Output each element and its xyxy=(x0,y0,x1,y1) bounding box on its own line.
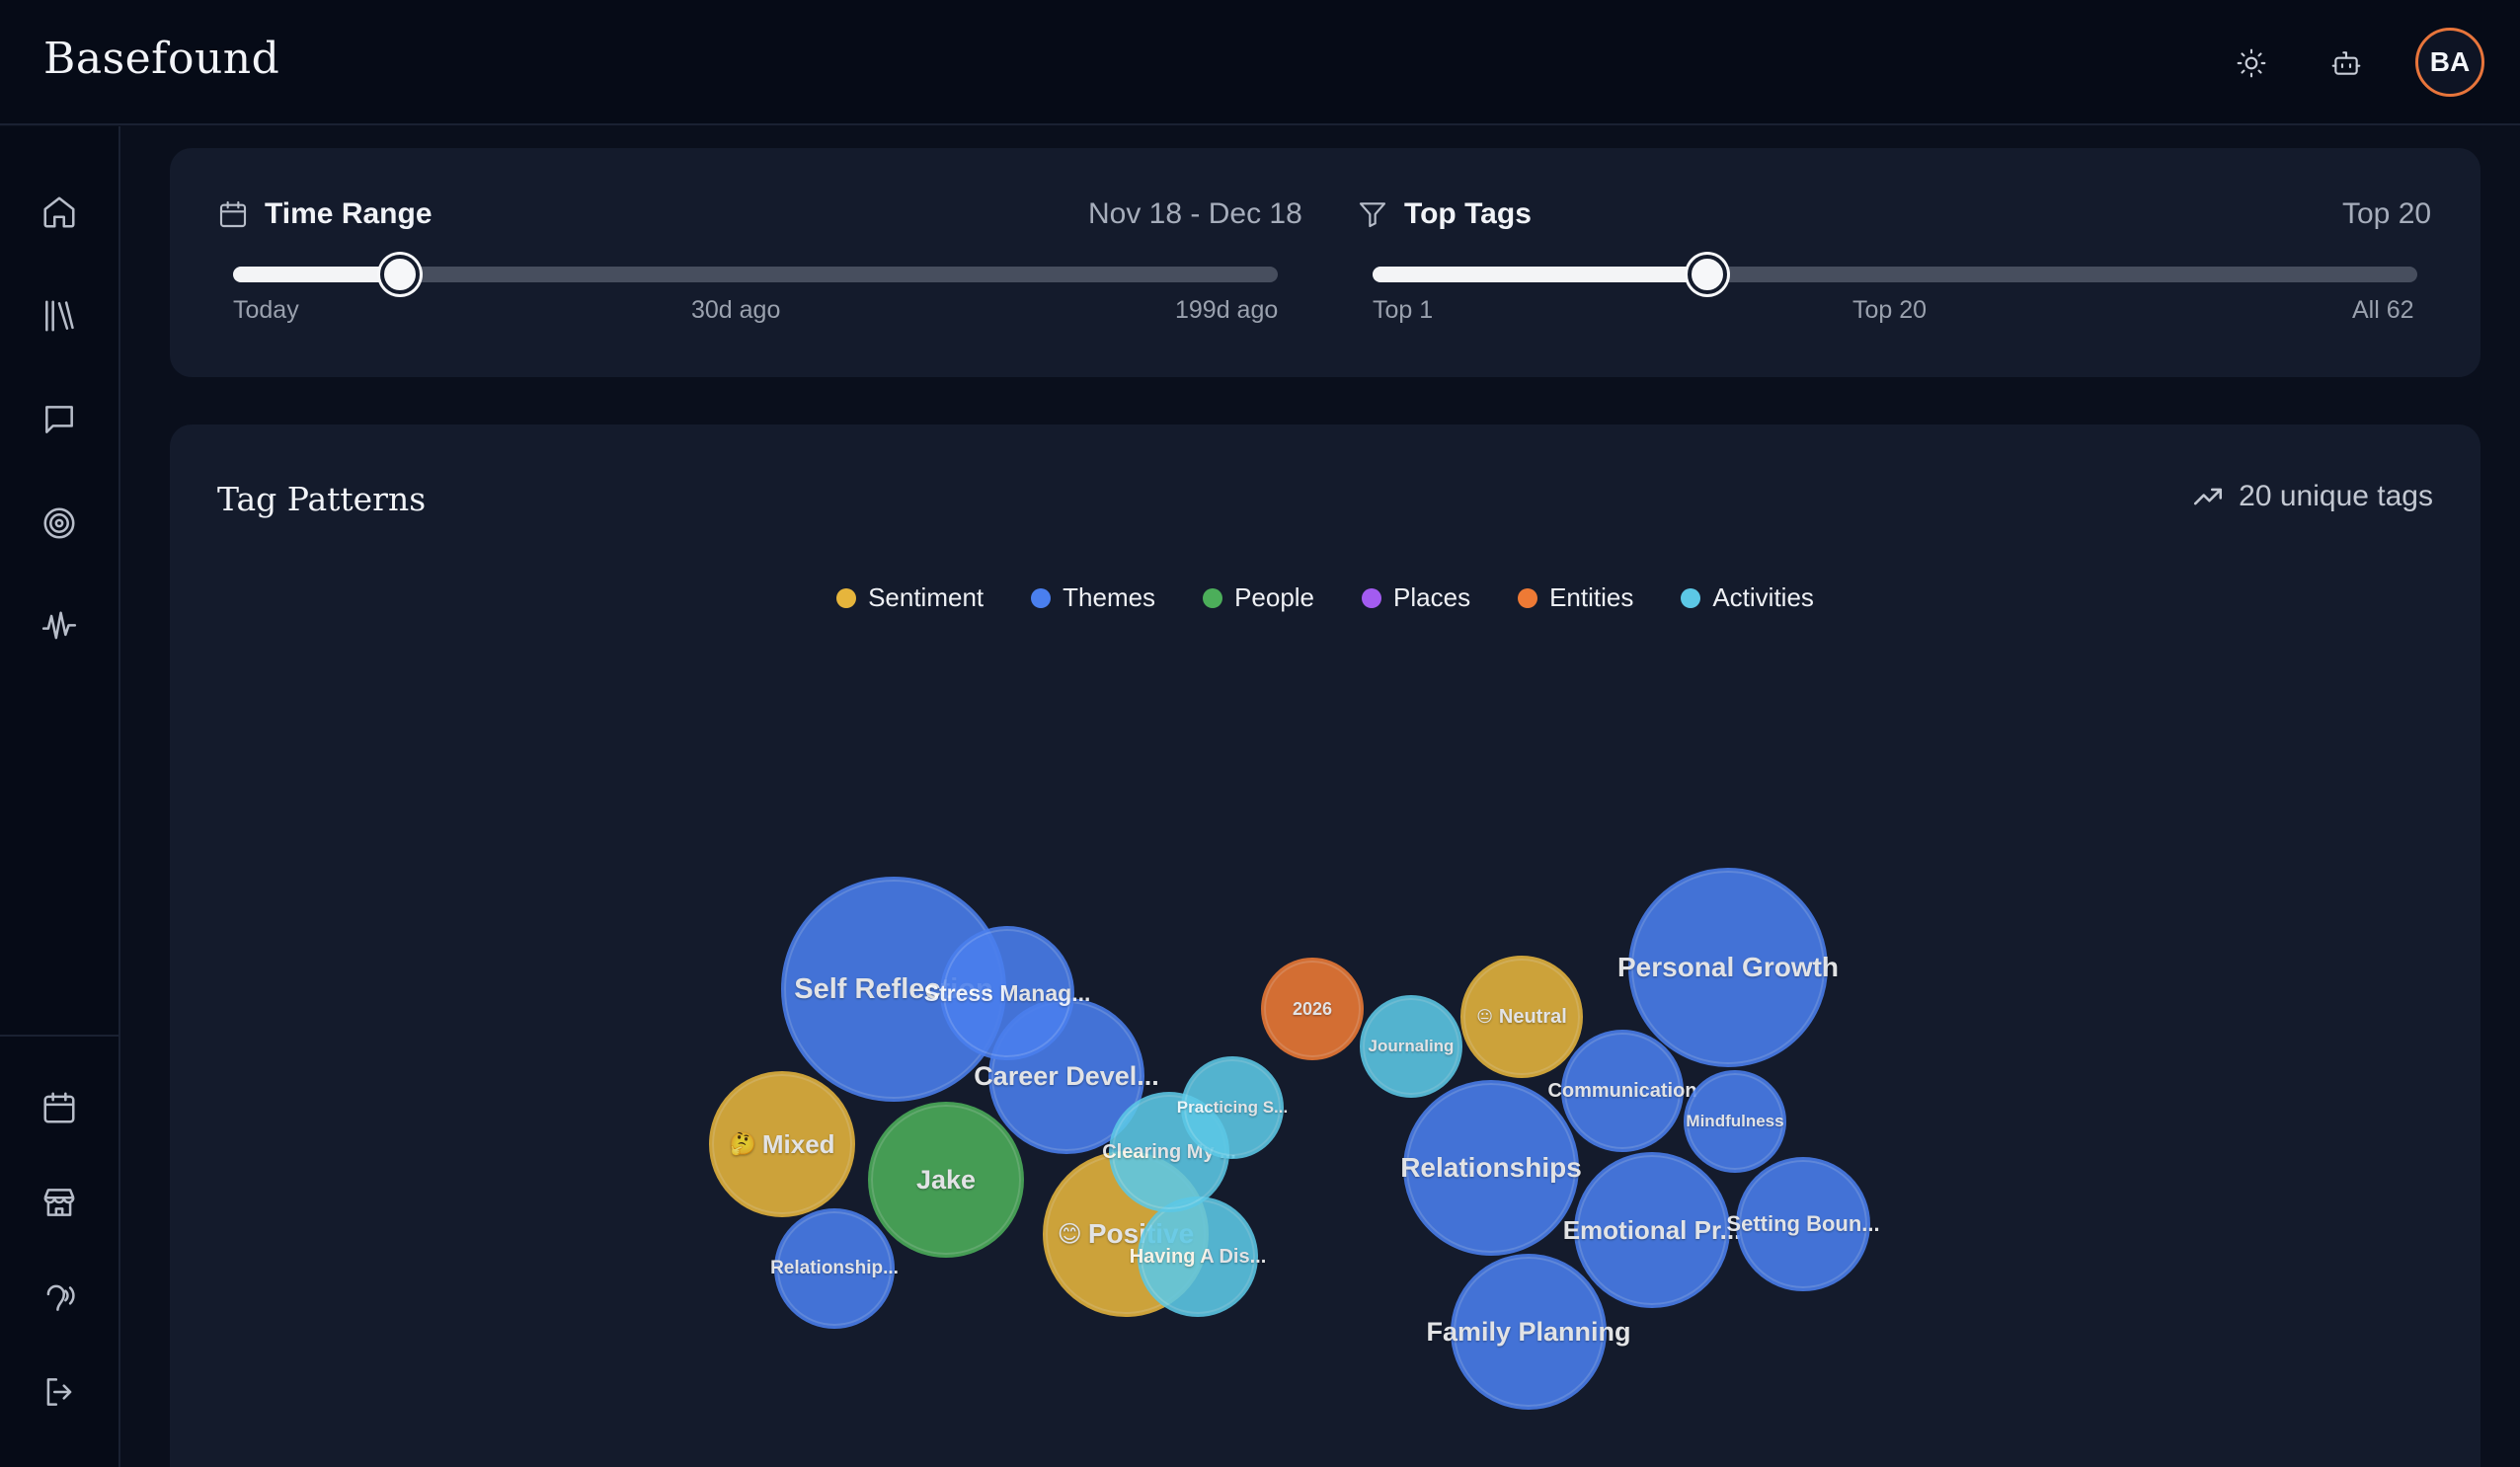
user-avatar[interactable]: BA xyxy=(2415,28,2484,97)
top-tags-title: Top Tags xyxy=(1404,197,1532,230)
tag-bubble[interactable]: Emotional Pr... xyxy=(1563,1152,1741,1308)
tag-bubble[interactable]: Practicing S... xyxy=(1177,1056,1288,1159)
tag-bubble-label: Personal Growth xyxy=(1616,952,1840,982)
top-tags-tick-end: All 62 xyxy=(2352,296,2414,324)
top-tags-slider[interactable] xyxy=(1373,255,2417,294)
tag-bubble[interactable]: 😐 Neutral xyxy=(1460,956,1583,1078)
sentiment-emoji-icon: 🤔 xyxy=(729,1131,756,1156)
tag-bubble-label: Relationship... xyxy=(770,1258,899,1278)
library-icon[interactable] xyxy=(38,294,81,338)
target-icon[interactable] xyxy=(38,502,81,545)
time-range-tick-start: Today xyxy=(233,296,299,324)
tag-bubble[interactable]: Setting Boun... xyxy=(1726,1157,1880,1291)
tag-bubble[interactable]: Family Planning xyxy=(1426,1254,1631,1410)
tag-bubble[interactable]: 2026 xyxy=(1261,958,1364,1060)
sentiment-emoji-icon: 😐 xyxy=(1476,1009,1493,1026)
tag-bubble-label: Practicing S... xyxy=(1176,1098,1289,1117)
filter-icon xyxy=(1359,202,1386,228)
tag-bubble-label: Emotional Pr... xyxy=(1562,1214,1742,1245)
store-icon[interactable] xyxy=(38,1181,81,1224)
logout-icon[interactable] xyxy=(38,1370,81,1414)
bubble-chart: Self Reflection Personal Growth Relationsh… xyxy=(170,425,2481,1467)
tag-bubble-label: Communication xyxy=(1547,1079,1697,1102)
top-tags-fill xyxy=(1373,267,1707,282)
brand-logo[interactable]: Basefound xyxy=(43,34,279,84)
top-tags-value: Top 20 xyxy=(2342,197,2432,230)
chat-icon[interactable] xyxy=(38,398,81,441)
tag-bubble-label: 2026 xyxy=(1292,998,1333,1019)
top-tags-tick-mid: Top 20 xyxy=(1852,296,1928,324)
tag-bubble-label: Setting Boun... xyxy=(1726,1211,1880,1236)
tag-bubble-label: Family Planning xyxy=(1426,1316,1631,1347)
speaker-icon[interactable] xyxy=(38,1275,81,1319)
sidebar-divider xyxy=(0,1035,118,1037)
tag-patterns-panel: Tag Patterns 20 unique tags Sentiment The… xyxy=(170,425,2481,1467)
tag-bubble[interactable]: Journaling xyxy=(1360,995,1462,1098)
time-range-tick-mid: 30d ago xyxy=(691,296,781,324)
tag-bubble[interactable]: Stress Manag... xyxy=(924,926,1090,1060)
tag-bubble[interactable]: Having A Dis... xyxy=(1130,1197,1266,1317)
tag-bubble-label: Mixed xyxy=(761,1128,835,1159)
tag-bubble-label: Relationships xyxy=(1400,1152,1582,1183)
sidebar xyxy=(0,126,120,1467)
sentiment-emoji-icon: 😊 xyxy=(1057,1220,1082,1248)
time-range-tick-end: 199d ago xyxy=(1175,296,1279,324)
tag-bubble-label: Mindfulness xyxy=(1686,1112,1784,1130)
time-range-value: Nov 18 - Dec 18 xyxy=(1088,197,1302,230)
tag-bubble[interactable]: Relationship... xyxy=(770,1208,899,1329)
tag-bubble[interactable]: Mindfulness xyxy=(1684,1070,1786,1173)
home-icon[interactable] xyxy=(38,191,81,234)
tag-bubble[interactable]: Jake xyxy=(868,1102,1024,1258)
tag-bubble[interactable]: Relationships xyxy=(1400,1080,1582,1256)
sun-icon[interactable] xyxy=(2226,38,2277,89)
tag-bubble-label: Career Devel... xyxy=(974,1060,1159,1091)
time-range-fill xyxy=(233,267,401,282)
bot-icon[interactable] xyxy=(2321,38,2372,89)
filters-panel: Time Range Nov 18 - Dec 18 Today 30d ago… xyxy=(170,148,2481,377)
tag-bubble-label: Neutral xyxy=(1498,1005,1567,1028)
top-header: Basefound BA xyxy=(0,0,2520,125)
time-range-slider[interactable] xyxy=(233,255,1278,294)
calendar-icon[interactable] xyxy=(38,1086,81,1129)
calendar-icon xyxy=(219,200,247,228)
tag-bubble-label: Journaling xyxy=(1368,1037,1455,1055)
tag-bubble[interactable]: 🤔 Mixed xyxy=(709,1071,855,1217)
top-tags-thumb[interactable] xyxy=(1687,255,1727,294)
tag-bubble-label: Jake xyxy=(915,1164,977,1195)
time-range-thumb[interactable] xyxy=(380,255,421,294)
tag-bubble-label: Stress Manag... xyxy=(923,979,1091,1006)
time-range-title: Time Range xyxy=(265,197,433,230)
tag-bubble[interactable]: Communication xyxy=(1547,1030,1697,1152)
waveform-icon[interactable] xyxy=(38,605,81,649)
tag-bubble[interactable]: Personal Growth xyxy=(1617,868,1839,1067)
top-tags-tick-start: Top 1 xyxy=(1373,296,1434,324)
tag-bubble-label: Having A Dis... xyxy=(1129,1245,1267,1268)
